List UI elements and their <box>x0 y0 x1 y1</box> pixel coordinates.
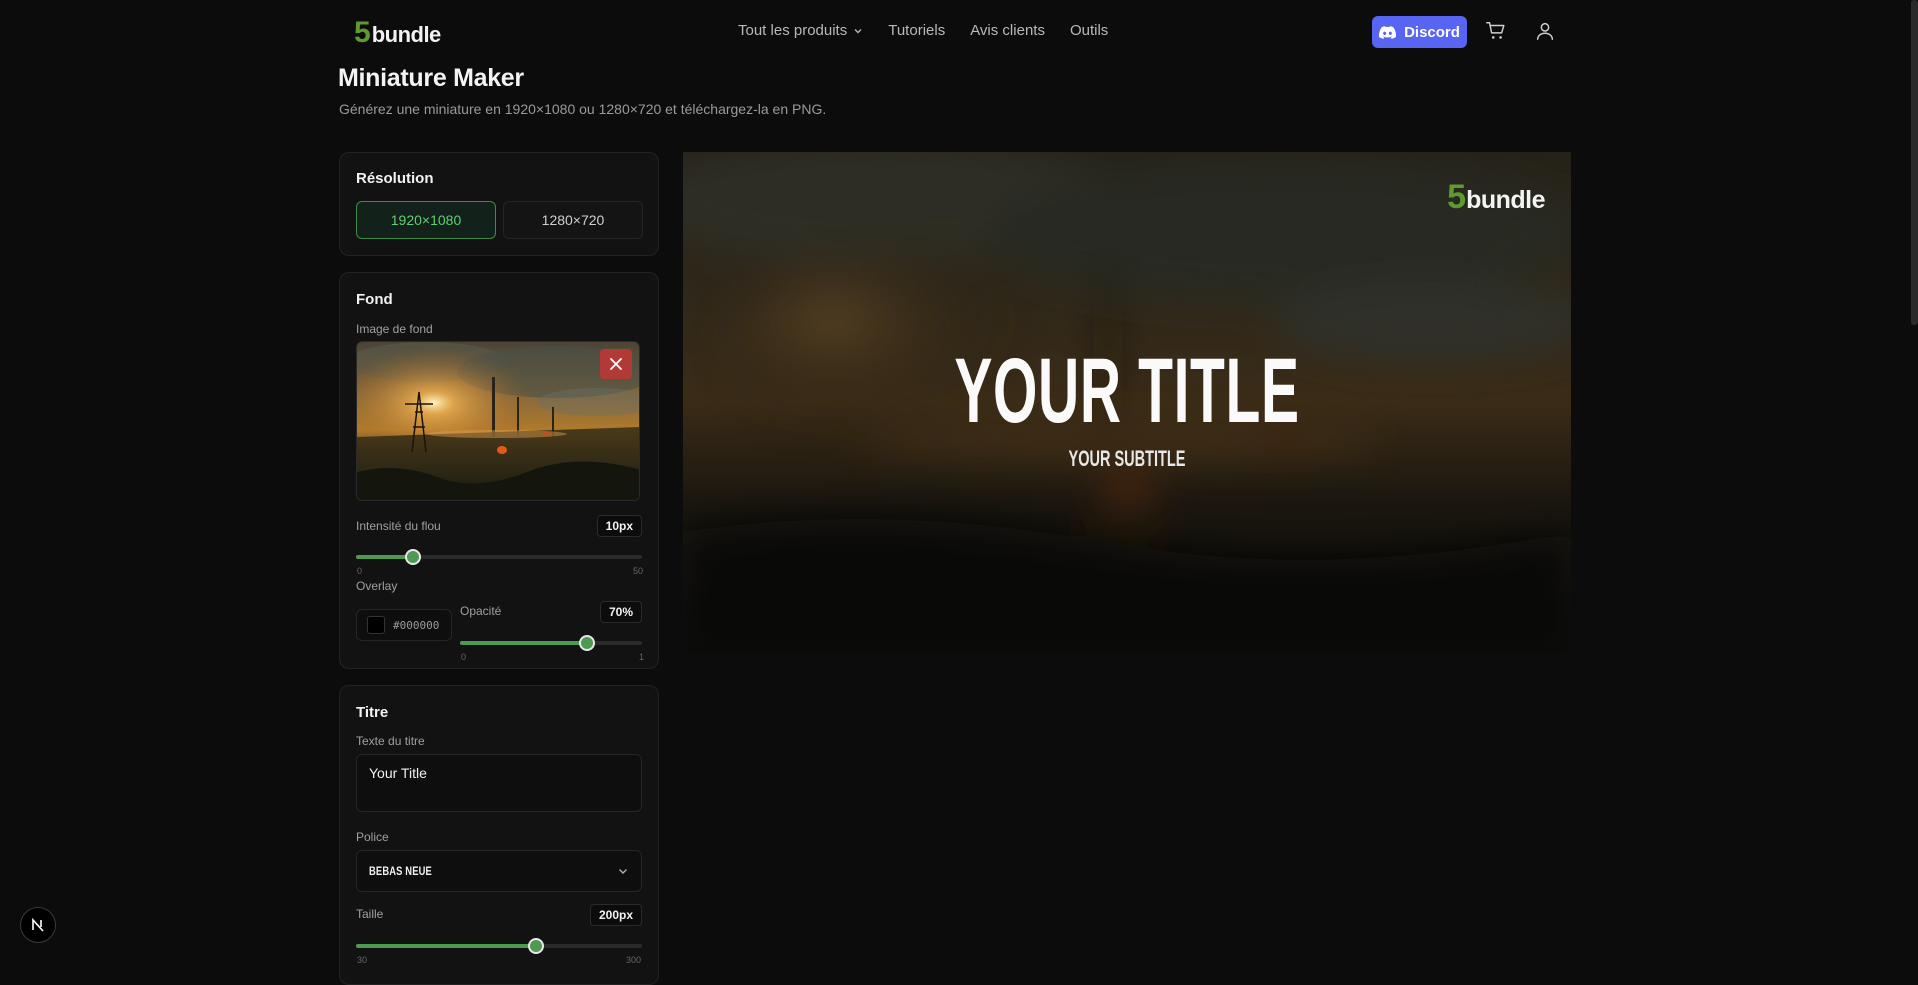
resolution-panel: Résolution 1920×1080 1280×720 <box>339 152 659 256</box>
font-select-value: BEBAS NEUE <box>369 864 432 878</box>
logo-digit: 5 <box>354 16 371 49</box>
chevron-down-icon <box>854 28 862 33</box>
panel-title: Résolution <box>356 170 434 187</box>
account-button[interactable] <box>1534 20 1558 44</box>
size-min-tick: 30 <box>357 955 368 965</box>
discord-button[interactable]: Discord <box>1372 16 1467 48</box>
blur-value: 10px <box>596 515 642 537</box>
cart-button[interactable] <box>1485 20 1509 44</box>
background-image-preview <box>356 341 640 501</box>
preview-subtitle: YOUR SUBTITLE <box>1068 446 1186 471</box>
discord-icon <box>1379 25 1397 39</box>
resolution-1280-button[interactable]: 1280×720 <box>503 201 643 239</box>
page-title: Miniature Maker <box>338 64 524 92</box>
font-label: Police <box>356 830 389 844</box>
user-icon <box>1536 22 1554 40</box>
blur-max-tick: 50 <box>633 566 644 576</box>
page-subtitle: Générez une miniature en 1920×1080 ou 12… <box>339 101 827 117</box>
blur-label: Intensité du flou <box>356 519 441 533</box>
slider-thumb[interactable] <box>405 549 421 565</box>
remove-image-button[interactable] <box>600 349 632 379</box>
preview-logo: 5 bundle <box>1447 178 1545 217</box>
background-image-label: Image de fond <box>356 322 433 336</box>
size-slider[interactable] <box>356 938 642 954</box>
cart-icon <box>1486 22 1505 39</box>
overlay-label: Overlay <box>356 579 398 593</box>
title-text-label: Texte du titre <box>356 734 425 748</box>
top-header: 5 bundle Tout les produits Tutoriels Avi… <box>0 0 1918 64</box>
discord-label: Discord <box>1404 23 1460 41</box>
opacity-slider[interactable] <box>460 635 642 651</box>
close-icon <box>610 358 622 370</box>
nav-item-products[interactable]: Tout les produits <box>738 22 863 39</box>
slider-fill <box>460 641 587 645</box>
panel-title: Fond <box>356 291 393 308</box>
preview-logo-word: bundle <box>1466 186 1545 214</box>
opacity-max-tick: 1 <box>639 652 645 662</box>
background-thumbnail-image <box>357 342 639 500</box>
opacity-value: 70% <box>599 601 642 623</box>
size-label: Taille <box>356 907 384 921</box>
blur-slider[interactable] <box>356 549 642 565</box>
nextjs-icon <box>32 917 44 932</box>
title-text-input[interactable]: Your Title <box>356 754 642 812</box>
nextjs-dev-badge[interactable] <box>20 907 56 943</box>
size-value: 200px <box>589 904 642 926</box>
panel-title: Titre <box>356 704 389 721</box>
overlay-color-hex: #000000 <box>393 618 440 632</box>
nav-item-label: Outils <box>1069 22 1109 39</box>
logo-word: bundle <box>371 22 442 47</box>
opacity-min-tick: 0 <box>461 652 467 662</box>
slider-fill <box>356 944 536 948</box>
nav-item-label: Avis clients <box>970 22 1045 39</box>
nav-item-tutorials[interactable]: Tutoriels <box>888 22 945 39</box>
site-logo[interactable]: 5 bundle <box>354 16 441 50</box>
overlay-color-picker[interactable]: #000000 <box>356 609 452 641</box>
font-select[interactable]: BEBAS NEUE <box>356 850 642 892</box>
preview-logo-digit: 5 <box>1447 178 1467 216</box>
slider-thumb[interactable] <box>528 938 544 954</box>
resolution-1920-button[interactable]: 1920×1080 <box>356 201 496 239</box>
color-swatch <box>367 616 385 634</box>
chevron-down-icon <box>619 869 627 874</box>
background-panel: Fond Image de fond Intensité du flou 10p… <box>339 272 659 669</box>
opacity-label: Opacité <box>460 604 502 618</box>
nav-item-reviews[interactable]: Avis clients <box>970 22 1045 39</box>
page-scrollbar[interactable] <box>1911 0 1918 325</box>
preview-title: YOUR TITLE <box>954 340 1300 442</box>
nav-item-tools[interactable]: Outils <box>1070 22 1108 39</box>
title-panel: Titre Texte du titre Your Title Police B… <box>339 685 659 985</box>
thumbnail-preview: 5 bundle YOUR TITLE YOUR SUBTITLE <box>683 152 1571 652</box>
slider-thumb[interactable] <box>579 635 595 651</box>
size-max-tick: 300 <box>626 955 642 965</box>
blur-min-tick: 0 <box>357 566 363 576</box>
nav-item-label: Tutoriels <box>888 22 946 39</box>
main-nav: Tout les produits Tutoriels Avis clients… <box>738 22 1108 39</box>
nav-item-label: Tout les produits <box>738 22 848 39</box>
